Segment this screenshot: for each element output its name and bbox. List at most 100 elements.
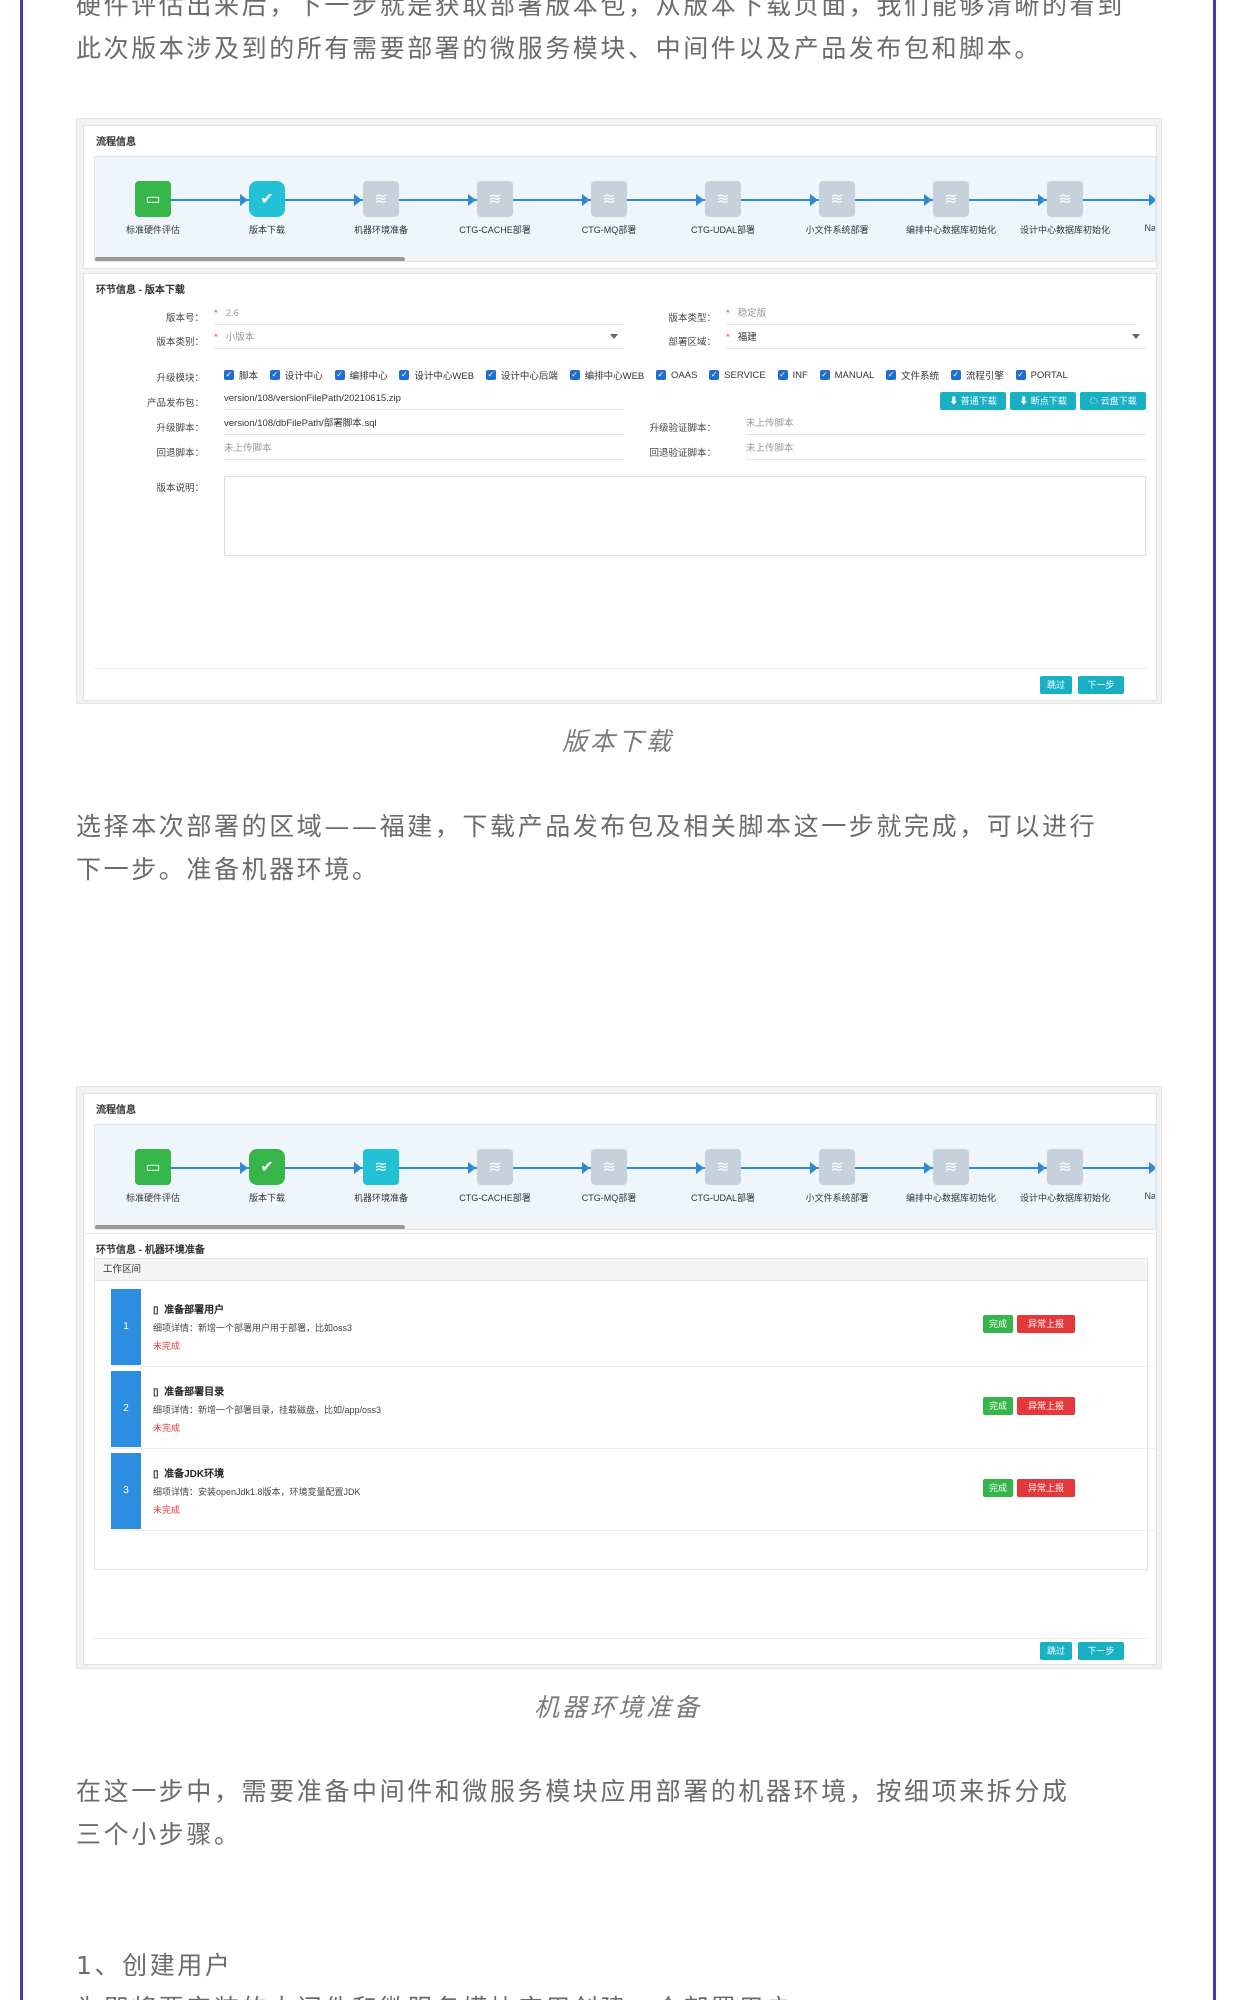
flow-node-machine[interactable]: ≋ 机器环境准备 (325, 1149, 437, 1204)
task-number: 2 (111, 1371, 141, 1447)
flow-node-filesystem[interactable]: ≋ 小文件系统部署 (781, 181, 893, 236)
done-button[interactable]: 完成 (983, 1479, 1013, 1497)
layers-icon: ≋ (933, 1149, 969, 1185)
done-button[interactable]: 完成 (983, 1315, 1013, 1333)
module-checkbox[interactable]: ✓ 设计中心后端 (485, 368, 558, 382)
version-category-select[interactable]: * 小版本 (214, 331, 624, 349)
flow-panel: 流程信息 ▭ 标准硬件评估 ✔ 版本下载 ≋ 机器环境准备 ≋ CTG-CACH… (83, 1093, 1157, 1237)
task-item: 1 ▯ 准备部署用户 细项详情：新增一个部署用户用于部署，比如oss3 未完成 … (111, 1289, 1157, 1367)
version-no-field[interactable]: * 2.6 (214, 307, 624, 325)
module-checkbox[interactable]: ✓ 文件系统 (886, 368, 939, 382)
module-checkbox[interactable]: ✓ MANUAL (819, 370, 874, 381)
layers-icon: ≋ (705, 181, 741, 217)
paragraph-2: 选择本次部署的区域——福建，下载产品发布包及相关脚本这一步就完成，可以进行 下一… (76, 812, 1098, 884)
skip-button[interactable]: 跳过 (1040, 1642, 1072, 1660)
flow-node-download[interactable]: ✔ 版本下载 (211, 181, 323, 236)
next-button[interactable]: 下一步 (1078, 1642, 1124, 1660)
cloud-download-button[interactable]: ☁ 云盘下载 (1080, 392, 1146, 410)
flow-node-mq[interactable]: ≋ CTG-MQ部署 (553, 181, 665, 236)
flow-scrollbar[interactable] (95, 257, 1155, 261)
flow-panel: 流程信息 ▭ 标准硬件评估 ✔ 版本下载 ≋ 机器环境准备 ≋ CTG-CACH… (83, 125, 1157, 269)
flow-node-hardware[interactable]: ▭ 标准硬件评估 (97, 1149, 209, 1204)
layers-icon: ≋ (363, 1149, 399, 1185)
flow-node-udal[interactable]: ≋ CTG-UDAL部署 (667, 181, 779, 236)
module-checkbox[interactable]: ✓ 编排中心 (334, 368, 388, 382)
done-button[interactable]: 完成 (983, 1397, 1013, 1415)
layers-icon: ≋ (933, 181, 969, 217)
package-field[interactable]: version/108/versionFilePath/20210615.zip (224, 392, 624, 410)
scrollbar-thumb[interactable] (95, 257, 405, 261)
flow-node-orchestrate-db[interactable]: ≋ 编排中心数据库初始化 (895, 181, 1007, 236)
report-exception-button[interactable]: 异常上报 (1017, 1315, 1075, 1333)
flow-node-machine[interactable]: ≋ 机器环境准备 (325, 181, 437, 236)
report-exception-button[interactable]: 异常上报 (1017, 1479, 1075, 1497)
flow-node-download[interactable]: ✔ 版本下载 (211, 1149, 323, 1204)
resume-download-button[interactable]: ⬇ 断点下载 (1010, 392, 1076, 410)
divider (94, 1638, 1148, 1639)
layers-icon: ≋ (591, 181, 627, 217)
skip-button[interactable]: 跳过 (1040, 676, 1072, 694)
flow-track: ▭ 标准硬件评估 ✔ 版本下载 ≋ 机器环境准备 ≋ CTG-CACHE部署 ≋… (94, 1124, 1156, 1230)
flow-title: 流程信息 (96, 137, 136, 148)
rollback-script-field[interactable]: 未上传脚本 (224, 442, 624, 460)
rollback-verify-field[interactable]: 未上传脚本 (746, 442, 1146, 460)
flow-node-mq[interactable]: ≋ CTG-MQ部署 (553, 1149, 665, 1204)
check-icon: ✔ (249, 1149, 285, 1185)
layers-icon: ≋ (1047, 1149, 1083, 1185)
check-icon: ✓ (886, 370, 897, 380)
module-checkbox[interactable]: ✓ 编排中心WEB (569, 368, 644, 382)
module-checkbox[interactable]: ✓ 设计中心WEB (399, 368, 474, 382)
download-section-title: 环节信息 - 版本下载 (96, 285, 185, 296)
version-type-field[interactable]: * 稳定版 (726, 307, 1136, 325)
workspace-header: 工作区间 (95, 1259, 1147, 1281)
normal-download-button[interactable]: ⬇ 普通下载 (940, 392, 1006, 410)
flow-node-orchestrate-db[interactable]: ≋ 编排中心数据库初始化 (895, 1149, 1007, 1204)
layers-icon: ≋ (591, 1149, 627, 1185)
module-checkbox[interactable]: ✓ INF (777, 370, 808, 381)
flow-node-nacos[interactable]: Nacc (1105, 1149, 1155, 1201)
flow-node-udal[interactable]: ≋ CTG-UDAL部署 (667, 1149, 779, 1204)
flow-node-cache[interactable]: ≋ CTG-CACHE部署 (439, 181, 551, 236)
module-checkbox[interactable]: ✓ SERVICE (709, 370, 766, 381)
region-select[interactable]: * 福建 (726, 331, 1146, 349)
machine-panel: 环节信息 - 机器环境准备 工作区间 1 ▯ 准备部署用户 细项详情：新增一个部… (83, 1233, 1157, 1665)
task-number: 1 (111, 1289, 141, 1365)
next-button[interactable]: 下一步 (1078, 676, 1124, 694)
upgrade-verify-field[interactable]: 未上传脚本 (746, 417, 1146, 435)
module-checkbox[interactable]: ✓ 设计中心 (269, 368, 323, 382)
module-checkbox[interactable]: ✓ OAAS (656, 370, 697, 381)
check-icon: ✓ (334, 370, 345, 380)
module-checkbox[interactable]: ✓ 流程引擎 (950, 368, 1004, 382)
check-icon: ✓ (709, 370, 720, 380)
flow-node-cache[interactable]: ≋ CTG-CACHE部署 (439, 1149, 551, 1204)
workspace-box: 工作区间 1 ▯ 准备部署用户 细项详情：新增一个部署用户用于部署，比如oss3… (94, 1258, 1157, 1570)
scrollbar-thumb[interactable] (95, 1225, 405, 1229)
paragraph-3: 在这一步中，需要准备中间件和微服务模块应用部署的机器环境，按细项来拆分成 三个小… (76, 1777, 1070, 1849)
check-icon: ✓ (224, 370, 234, 380)
step-heading: 1、创建用户 (76, 1951, 233, 1980)
flow-node-hardware[interactable]: ▭ 标准硬件评估 (97, 181, 209, 236)
module-checkbox[interactable]: ✓ 脚本 (224, 368, 258, 382)
task-title: ▯ 准备JDK环境 (153, 1469, 225, 1480)
task-title: ▯ 准备部署用户 (153, 1305, 225, 1316)
intro-paragraph: 硬件评估出来后，下一步就是获取部署版本包，从版本下载页面，我们能够清晰的看到 此… (76, 0, 1166, 70)
flow-node-filesystem[interactable]: ≋ 小文件系统部署 (781, 1149, 893, 1204)
check-icon: ✓ (950, 370, 961, 380)
layers-icon: ≋ (819, 181, 855, 217)
check-icon: ✓ (269, 370, 280, 380)
check-icon: ✓ (819, 370, 830, 380)
version-description-textarea[interactable] (224, 476, 1146, 556)
task-item: 3 ▯ 准备JDK环境 细项详情：安装openJdk1.8版本，环境变量配置JD… (111, 1453, 1157, 1531)
check-icon: ✓ (399, 370, 410, 380)
task-detail: 细项详情：新增一个部署用户用于部署，比如oss3 (153, 1323, 353, 1333)
chevron-down-icon (1132, 334, 1140, 339)
upgrade-script-field[interactable]: version/108/dbFilePath/部署脚本.sql (224, 417, 624, 435)
task-status: 未完成 (153, 1505, 181, 1515)
flow-node-nacos[interactable]: Nacc (1105, 181, 1155, 233)
module-checkbox[interactable]: ✓ PORTAL (1015, 370, 1068, 381)
intro-line-1: 硬件评估出来后，下一步就是获取部署版本包，从版本下载页面，我们能够清晰的看到 (76, 0, 1125, 20)
task-detail: 细项详情：新增一个部署目录，挂载磁盘，比如/app/oss3 (153, 1405, 382, 1415)
flow-scrollbar[interactable] (95, 1225, 1155, 1229)
module-checkbox-group: ✓ 脚本 ✓ 设计中心 ✓ 编排中心 ✓ 设计中心WEB ✓ 设计中心后端 ✓ 编排中心WE… (224, 368, 1077, 382)
report-exception-button[interactable]: 异常上报 (1017, 1397, 1075, 1415)
